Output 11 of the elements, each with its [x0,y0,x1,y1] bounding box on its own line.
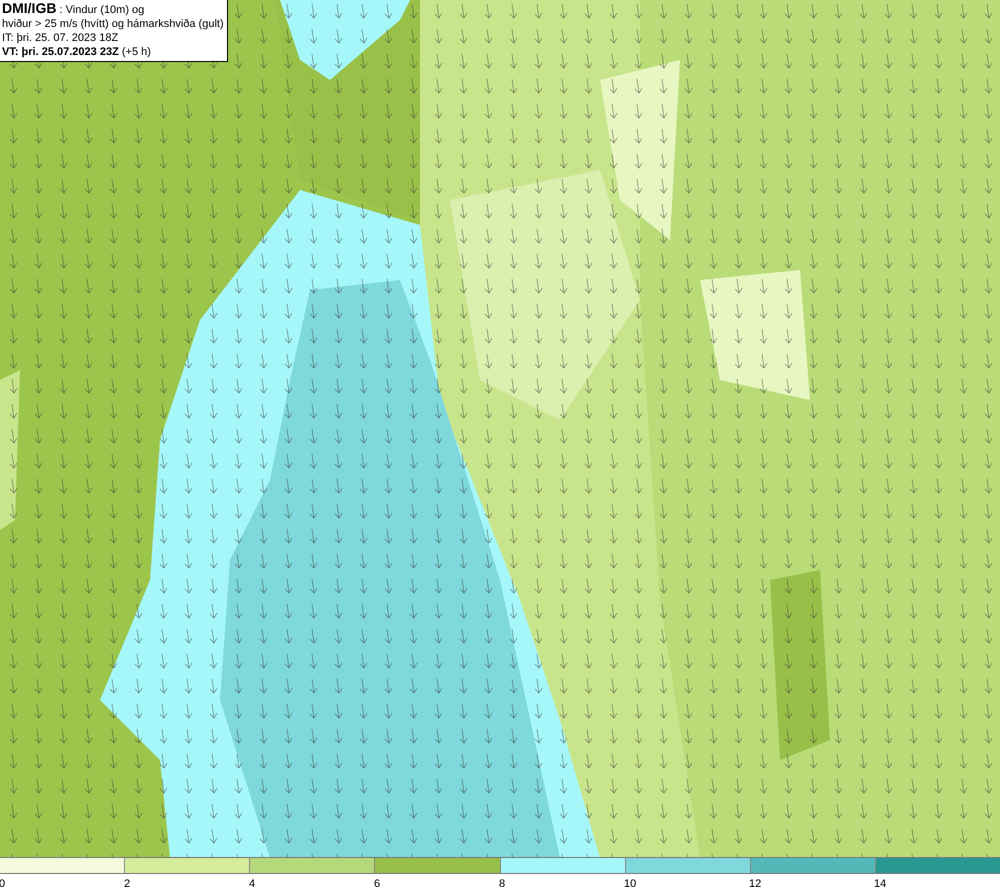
info-line: DMI/IGB : Vindur (10m) og [2,1,146,17]
scale-tick-label: 2 [124,878,130,887]
scale-tick-label: 6 [374,878,380,887]
scale-tick-label: 8 [499,878,506,887]
info-line: VT: þri. 25.07.2023 23Z (+5 h) [2,45,152,59]
scale-tick-label: 4 [249,878,256,887]
scale-tick-label: 14 [874,878,886,887]
scale-tick-label: 10 [624,878,636,887]
info-line: IT: þri. 25. 07. 2023 18Z [2,31,120,45]
scale-tick-label: 12 [749,878,762,887]
info-line: hviður > 25 m/s (hvítt) og hámarkshviða (gult) [2,17,224,31]
